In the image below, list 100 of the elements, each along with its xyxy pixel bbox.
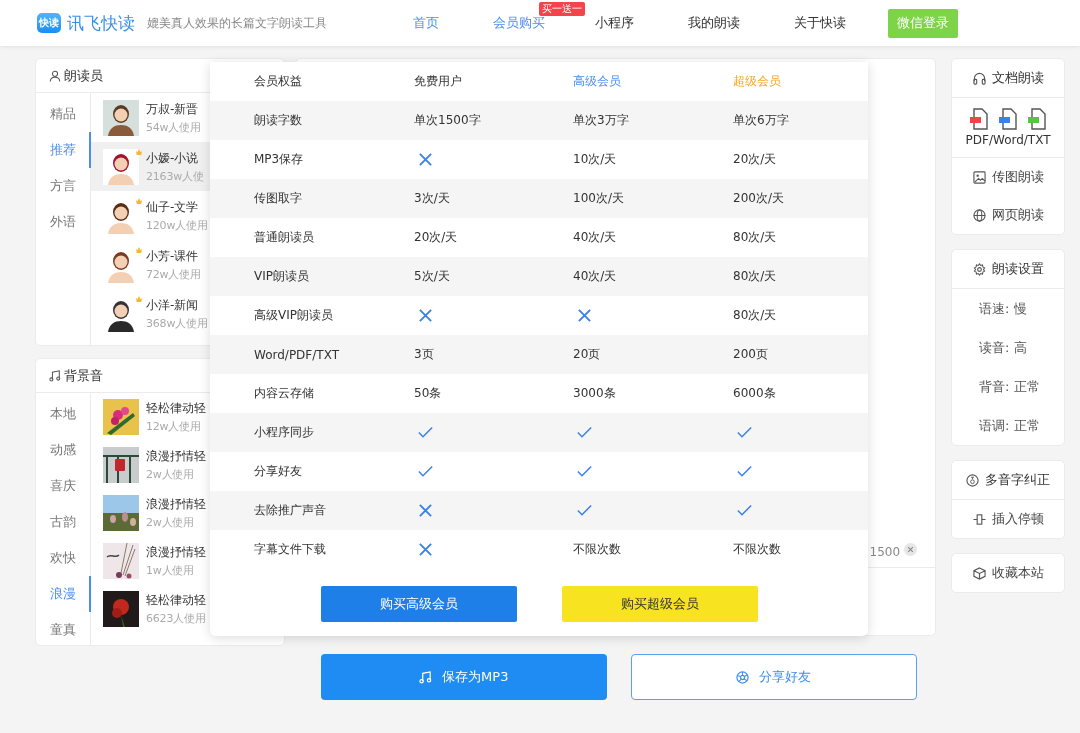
music-item[interactable]: 轻松律动轻 6623人使用 bbox=[91, 585, 284, 633]
panel-title: 朗读员 bbox=[64, 66, 103, 85]
usage-count: 368w人使用 bbox=[146, 315, 208, 331]
usage-count: 2w人使用 bbox=[146, 515, 195, 530]
cross-icon bbox=[418, 542, 433, 557]
tool-link[interactable]: 收藏本站 bbox=[952, 554, 1064, 592]
column-header: 高级会员 bbox=[573, 73, 622, 90]
table-cell: 20次/天 bbox=[414, 229, 458, 246]
panel-title: 朗读设置 bbox=[991, 260, 1044, 278]
table-cell: 10次/天 bbox=[573, 151, 617, 168]
nav-link[interactable]: 关于快读 bbox=[778, 14, 862, 32]
setting-item[interactable]: 语调: 正常 bbox=[952, 406, 1064, 445]
column-header: 会员权益 bbox=[253, 73, 303, 90]
check-icon bbox=[577, 425, 592, 440]
aperture-icon bbox=[736, 670, 750, 684]
tool-link[interactable]: 传图朗读 bbox=[952, 158, 1064, 196]
music-title: 浪漫抒情轻 bbox=[146, 544, 206, 561]
category-tab[interactable]: 动感 bbox=[36, 432, 90, 468]
table-cell: Word/PDF/TXT bbox=[254, 347, 339, 362]
column-header: 免费用户 bbox=[414, 73, 463, 90]
table-cell: 80次/天 bbox=[733, 268, 777, 285]
music-title: 浪漫抒情轻 bbox=[146, 496, 206, 513]
table-cell: 不限次数 bbox=[733, 541, 781, 558]
document-icon bbox=[969, 108, 990, 130]
table-cell: 80次/天 bbox=[733, 307, 777, 324]
tagline: 媲美真人效果的长篇文字朗读工具 bbox=[147, 14, 327, 32]
clear-icon[interactable] bbox=[904, 543, 918, 556]
voice-name: 小洋-新闻 bbox=[146, 296, 200, 314]
category-tab[interactable]: 精品 bbox=[36, 96, 90, 132]
globe-icon bbox=[972, 208, 986, 222]
table-cell: 5次/天 bbox=[414, 268, 450, 285]
usage-count: 120w人使用 bbox=[146, 217, 208, 233]
table-cell: 3页 bbox=[414, 346, 434, 363]
category-tab[interactable]: 本地 bbox=[36, 396, 90, 432]
buy-premium-button[interactable]: 购买高级会员 bbox=[321, 586, 517, 622]
headphones-icon bbox=[972, 71, 986, 85]
setting-item[interactable]: 背音: 正常 bbox=[952, 367, 1064, 406]
image-icon bbox=[972, 170, 986, 184]
table-cell: 单次1500字 bbox=[414, 112, 481, 129]
table-cell: 6000条 bbox=[733, 385, 776, 402]
category-tab[interactable]: 喜庆 bbox=[36, 468, 90, 504]
avatar-icon bbox=[103, 148, 139, 185]
category-tab[interactable]: 古韵 bbox=[36, 504, 90, 540]
category-tab[interactable]: 欢快 bbox=[36, 540, 90, 576]
share-button[interactable]: 分享好友 bbox=[630, 654, 917, 700]
avatar-icon bbox=[103, 99, 139, 136]
check-icon bbox=[577, 503, 592, 518]
table-cell: 40次/天 bbox=[573, 268, 617, 285]
nav-link[interactable]: 小程序 bbox=[579, 14, 650, 32]
cross-icon bbox=[418, 152, 433, 167]
brand-name: 讯飞快读 bbox=[67, 11, 135, 35]
usage-count: 12w人使用 bbox=[146, 419, 202, 434]
table-cell: 200次/天 bbox=[733, 190, 784, 207]
music-note-icon bbox=[419, 670, 433, 684]
music-title: 轻松律动轻 bbox=[146, 400, 206, 417]
cross-icon bbox=[418, 503, 433, 518]
column-header: 超级会员 bbox=[733, 73, 782, 90]
usage-count: 6623人使用 bbox=[146, 611, 206, 626]
table-cell: 单次3万字 bbox=[573, 112, 629, 129]
voice-name: 仙子-文学 bbox=[146, 198, 200, 216]
table-cell: 单次6万字 bbox=[733, 112, 789, 129]
table-cell: 内容云存储 bbox=[254, 385, 314, 402]
category-tab[interactable]: 方言 bbox=[36, 168, 90, 204]
music-title: 浪漫抒情轻 bbox=[146, 448, 206, 465]
music-note-icon bbox=[49, 369, 61, 382]
nav-link[interactable]: 我的朗读 bbox=[672, 14, 756, 32]
buy-super-button[interactable]: 购买超级会员 bbox=[562, 586, 758, 622]
panel-title: 多音字纠正 bbox=[985, 471, 1051, 489]
table-cell: 20页 bbox=[573, 346, 601, 363]
cross-icon bbox=[577, 308, 592, 323]
voice-name: 万叔-新晋 bbox=[146, 100, 200, 118]
promo-badge: 买一送一 bbox=[539, 2, 585, 16]
panel-title: 背景音 bbox=[64, 366, 103, 385]
table-cell: 3次/天 bbox=[414, 190, 450, 207]
usage-count: 1w人使用 bbox=[146, 563, 195, 578]
music-title: 轻松律动轻 bbox=[146, 592, 206, 609]
document-icon bbox=[1027, 108, 1048, 130]
table-cell: 不限次数 bbox=[573, 541, 621, 558]
table-cell: 50条 bbox=[414, 385, 442, 402]
file-types-button[interactable]: PDF/Word/TXT bbox=[952, 98, 1064, 158]
voice-name: 小嫒-小说 bbox=[146, 149, 200, 167]
table-cell: 20次/天 bbox=[733, 151, 777, 168]
nav-link[interactable]: 首页 bbox=[397, 14, 455, 32]
category-tab[interactable]: 外语 bbox=[36, 204, 90, 240]
document-icon bbox=[998, 108, 1019, 130]
setting-item[interactable]: 读音: 高 bbox=[952, 328, 1064, 367]
table-cell: 字幕文件下载 bbox=[254, 541, 326, 558]
cube-icon bbox=[972, 566, 986, 580]
category-tab[interactable]: 童真 bbox=[36, 612, 90, 645]
tool-link[interactable]: 插入停顿 bbox=[952, 500, 1064, 538]
character-count: 1500 bbox=[869, 545, 901, 559]
table-cell: 小程序同步 bbox=[254, 424, 314, 441]
cross-icon bbox=[418, 308, 433, 323]
usage-count: 2w人使用 bbox=[146, 467, 195, 482]
setting-item[interactable]: 语速: 慢 bbox=[952, 289, 1064, 328]
table-cell: 去除推广声音 bbox=[254, 502, 326, 519]
check-icon bbox=[737, 425, 752, 440]
tool-link[interactable]: 网页朗读 bbox=[952, 196, 1064, 234]
person-icon bbox=[49, 69, 61, 82]
table-cell: 100次/天 bbox=[573, 190, 624, 207]
